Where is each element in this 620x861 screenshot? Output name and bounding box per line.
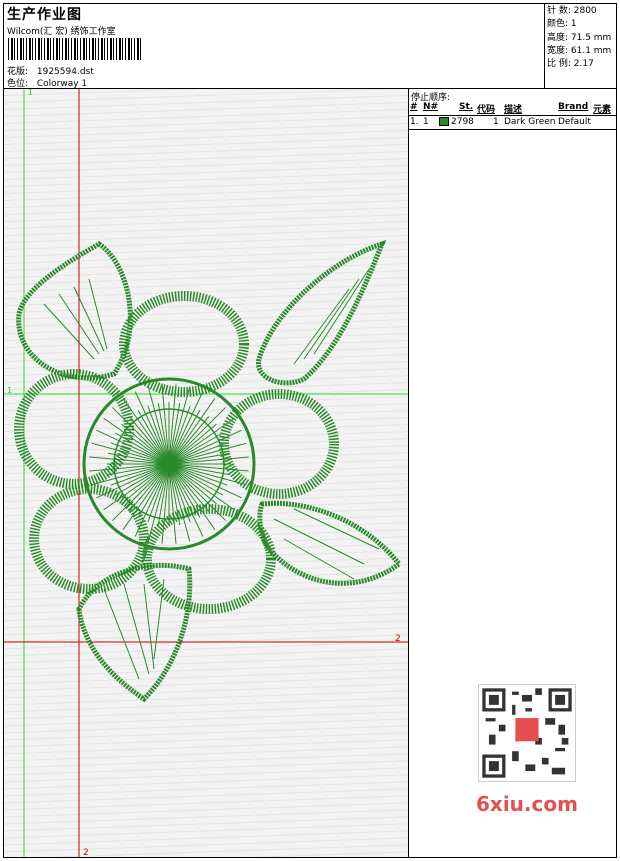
row-index: 1. [410, 117, 419, 127]
row-brand: Default [558, 117, 591, 127]
colorway-label: 色位: [7, 79, 29, 89]
design-height: 高度: 71.5 mm [547, 32, 612, 43]
petal-top [119, 291, 249, 397]
company-name: Wilcom(汇 宏) 绣饰工作室 [7, 27, 116, 37]
embroidery-preview: 1 1 2 2 [4, 89, 408, 857]
leaf-right [257, 500, 403, 586]
stitch-count: 针 数: 2800 [547, 6, 597, 16]
col-element: 元素 [593, 105, 612, 115]
embroidery-flower [14, 240, 403, 703]
watermark: 6xiu.com [470, 680, 582, 816]
leaf-upper-right [256, 240, 387, 386]
petal-right [219, 389, 339, 499]
flower-center-rays [89, 384, 249, 544]
page-title: 生产作业图 [7, 7, 82, 23]
table-row[interactable]: 1. 1 2798 1 Dark Green Default [409, 116, 617, 130]
row-needle: 1 [423, 117, 429, 127]
row-stitches: 2798 [451, 117, 474, 127]
red-guide-label-right: 2 [395, 634, 401, 644]
thread-color-swatch [439, 117, 449, 126]
row-description: Dark Green [504, 117, 556, 127]
petal-bottom-right [142, 504, 276, 614]
design-canvas[interactable]: 1 1 2 2 [4, 89, 409, 857]
color-count: 颜色: 1 [547, 19, 577, 30]
green-guide-label-top: 1 [28, 89, 33, 97]
stats-box: 针 数: 2800 颜色: 1 高度: 71.5 mm 宽度: 61.1 mm … [544, 3, 617, 89]
leaf-upper-left [16, 241, 133, 381]
col-code: 代码 [477, 105, 496, 115]
colorway-row: 色位: Colorway 1 [7, 76, 87, 89]
col-needle: N# [423, 102, 439, 112]
green-guide-label-left: 1 [7, 386, 12, 395]
stop-sequence-header: # N# St. 代码 描述 Brand 元素 [409, 101, 617, 116]
design-width: 宽度: 61.1 mm [547, 45, 612, 56]
row-code: 1 [493, 117, 499, 127]
barcode [8, 38, 143, 60]
qr-code-icon [478, 684, 576, 782]
watermark-text: 6xiu.com [476, 792, 578, 816]
colorway-value: Colorway 1 [36, 79, 88, 89]
header: 生产作业图 Wilcom(汇 宏) 绣饰工作室 花版: 1925594.dst … [3, 3, 617, 89]
red-guide-label-bottom: 2 [83, 848, 89, 857]
petal-left [14, 369, 134, 489]
design-scale: 比 例: 2.17 [547, 59, 594, 70]
col-index: # [410, 102, 418, 112]
col-stitches: St. [459, 102, 474, 112]
col-brand: Brand [558, 102, 589, 112]
col-description: 描述 [504, 105, 523, 115]
